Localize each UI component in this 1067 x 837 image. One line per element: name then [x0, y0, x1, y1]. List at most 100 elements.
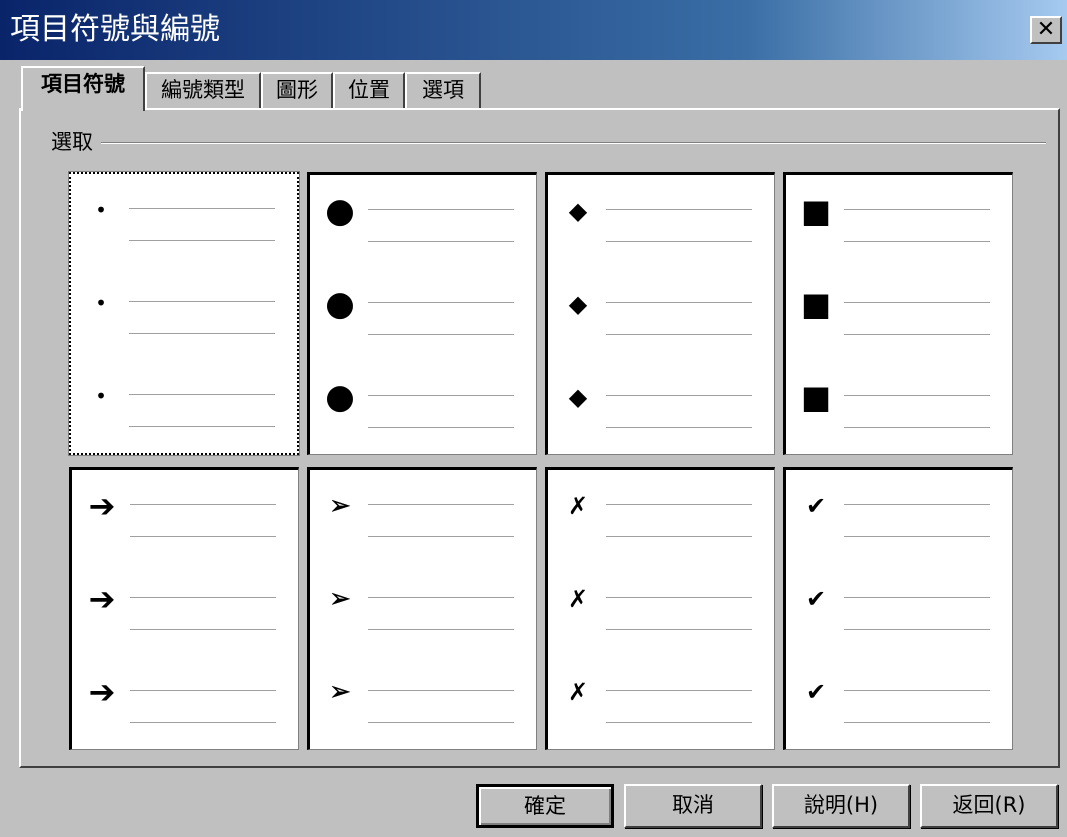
preview-line: [130, 690, 276, 691]
bullet-preview-row: ✔: [786, 480, 1012, 540]
bullet-preview-row: •: [71, 184, 297, 244]
bullet-preview-row: ➔: [72, 573, 298, 633]
large-dot-icon: ●: [325, 191, 355, 231]
bullet-preview-row: ➔: [72, 666, 298, 726]
bullet-preview-row: ■: [786, 185, 1012, 245]
large-dot-icon: ●: [325, 284, 355, 324]
preview-line: [844, 302, 990, 303]
bullets-numbering-dialog: 項目符號與編號 ✕ 項目符號 編號類型 圖形 位置 選項 選取 • • • ● ● ● ◆ ◆…: [0, 0, 1067, 837]
square-icon: ■: [800, 378, 832, 416]
bullet-preview-row: ◆: [548, 185, 774, 245]
diamond-icon: ◆: [568, 290, 588, 318]
close-button[interactable]: ✕: [1030, 16, 1062, 44]
preview-line: [844, 395, 990, 396]
square-icon: ■: [800, 285, 832, 323]
bullet-preview-row: ✔: [786, 666, 1012, 726]
bullet-preview-row: •: [71, 370, 297, 430]
bullet-preview-row: ✔: [786, 573, 1012, 633]
reset-button[interactable]: 返回(R): [920, 784, 1058, 828]
preview-line: [844, 334, 990, 335]
preview-line: [844, 209, 990, 210]
preview-line: [130, 722, 276, 723]
bullet-preview-row: •: [71, 277, 297, 337]
group-divider: [51, 142, 1046, 144]
cancel-button[interactable]: 取消: [624, 784, 762, 828]
arrowhead-icon: ➢: [329, 491, 351, 522]
arrow-icon: ➔: [88, 487, 116, 525]
preview-line: [844, 690, 990, 691]
tab-bullets[interactable]: 項目符號: [21, 66, 145, 111]
preview-line: [606, 334, 752, 335]
preview-line: [606, 504, 752, 505]
bullet-preview-row: ✗: [548, 666, 774, 726]
preview-line: [606, 427, 752, 428]
preview-line: [129, 208, 275, 209]
diamond-icon: ◆: [568, 197, 588, 225]
preview-line: [606, 302, 752, 303]
preview-line: [368, 395, 514, 396]
bullet-option-arrowhead[interactable]: ➢ ➢ ➢: [307, 467, 537, 750]
preview-line: [844, 597, 990, 598]
preview-line: [368, 302, 514, 303]
preview-line: [368, 209, 514, 210]
preview-line: [130, 504, 276, 505]
check-mark-icon: ✔: [805, 585, 827, 613]
preview-line: [368, 504, 514, 505]
diamond-icon: ◆: [568, 383, 588, 411]
preview-line: [368, 722, 514, 723]
bullet-preview-row: ➢: [310, 480, 536, 540]
arrowhead-icon: ➢: [329, 584, 351, 615]
preview-line: [844, 722, 990, 723]
bullet-option-square[interactable]: ■ ■ ■: [783, 172, 1013, 455]
x-mark-icon: ✗: [567, 678, 589, 706]
bullet-option-arrow[interactable]: ➔ ➔ ➔: [69, 467, 299, 750]
large-dot-icon: ●: [325, 377, 355, 417]
preview-line: [130, 536, 276, 537]
tab-panel: 選取 • • • ● ● ● ◆ ◆ ◆ ■ ■ ■ ➔ ➔ ➔ ➢ ➢ ➢ ✗ ✗ ✗ ✔ ✔ ✔: [19, 108, 1060, 768]
bullet-preview-row: ✗: [548, 573, 774, 633]
bullet-style-grid: • • • ● ● ● ◆ ◆ ◆ ■ ■ ■ ➔ ➔ ➔ ➢ ➢ ➢ ✗ ✗ ✗ ✔ ✔ ✔: [68, 171, 1019, 752]
bullet-preview-row: ✗: [548, 480, 774, 540]
preview-line: [368, 334, 514, 335]
close-icon: ✕: [1036, 17, 1056, 42]
preview-line: [129, 426, 275, 427]
preview-line: [606, 241, 752, 242]
bullet-option-small-dot[interactable]: • • •: [68, 171, 300, 456]
bullet-option-check-mark[interactable]: ✔ ✔ ✔: [783, 467, 1013, 750]
preview-line: [606, 209, 752, 210]
bullet-option-x-mark[interactable]: ✗ ✗ ✗: [545, 467, 775, 750]
check-mark-icon: ✔: [805, 678, 827, 706]
small-dot-icon: •: [95, 384, 107, 408]
preview-line: [606, 629, 752, 630]
bullet-preview-row: ➢: [310, 666, 536, 726]
preview-line: [844, 504, 990, 505]
tab-options[interactable]: 選項: [405, 72, 481, 108]
preview-line: [606, 690, 752, 691]
preview-line: [606, 597, 752, 598]
preview-line: [368, 536, 514, 537]
bullet-option-large-dot[interactable]: ● ● ●: [307, 172, 537, 455]
preview-line: [129, 394, 275, 395]
preview-line: [129, 301, 275, 302]
window-title: 項目符號與編號: [10, 12, 220, 47]
preview-line: [368, 597, 514, 598]
small-dot-icon: •: [95, 291, 107, 315]
bullet-preview-row: ■: [786, 278, 1012, 338]
x-mark-icon: ✗: [567, 585, 589, 613]
preview-line: [606, 722, 752, 723]
tab-graphics[interactable]: 圖形: [261, 72, 333, 108]
help-button[interactable]: 說明(H): [772, 784, 910, 828]
title-bar[interactable]: 項目符號與編號 ✕: [0, 0, 1067, 60]
check-mark-icon: ✔: [805, 492, 827, 520]
tab-position[interactable]: 位置: [333, 72, 405, 108]
preview-line: [606, 536, 752, 537]
bullet-preview-row: ◆: [548, 371, 774, 431]
ok-button[interactable]: 確定: [476, 784, 614, 828]
selection-group-label: 選取: [51, 130, 101, 154]
preview-line: [606, 395, 752, 396]
preview-line: [368, 629, 514, 630]
bullet-preview-row: ➢: [310, 573, 536, 633]
x-mark-icon: ✗: [567, 492, 589, 520]
bullet-option-diamond[interactable]: ◆ ◆ ◆: [545, 172, 775, 455]
tab-numbering-type[interactable]: 編號類型: [145, 72, 261, 108]
